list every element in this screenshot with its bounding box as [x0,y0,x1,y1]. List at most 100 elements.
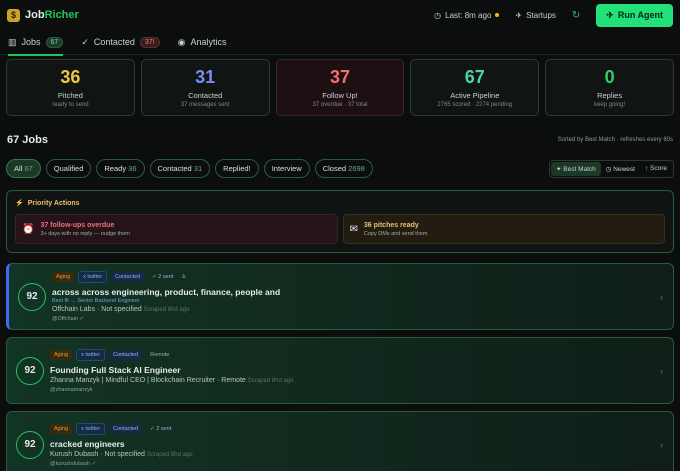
startups-link[interactable]: ✈ Startups [515,11,556,20]
chevron-right-icon[interactable]: › [660,440,663,450]
priority-pitches[interactable]: ✉ 36 pitches ready Copy DMs and send the… [342,214,665,244]
sort-newest[interactable]: ◷ Newest [601,162,640,176]
filter-chips: All 67 Qualified Ready 36 Contacted 31 R… [6,159,373,178]
brand[interactable]: $ JobRicher [7,8,79,22]
sort-label: Best Match [563,165,596,173]
filter-count: 67 [24,164,33,173]
refresh-icon[interactable]: ↻ [572,10,580,21]
run-agent-label: Run Agent [617,10,663,20]
scraped-time: Scraped 8hd ago [247,377,294,384]
filter-count: 31 [193,164,203,173]
job-title: cracked engineers [50,438,125,449]
tab-jobs-label: Jobs [21,37,41,47]
clock-icon: ◷ [605,165,612,173]
check-icon: ✓ [81,36,89,47]
filter-label: Ready [104,164,127,173]
match-score: 92 [18,282,46,311]
stats-row: 36 Pitched ready to send 31 Contacted 37… [0,55,680,120]
source-badge: x twitter [78,271,108,283]
sort-best-match[interactable]: ✦ Best Match [551,161,601,176]
stat-follow-up[interactable]: 37 Follow Up! 37 overdue · 37 total [275,59,405,116]
filter-label: Interview [271,164,302,173]
filter-label: All [14,164,23,173]
sort-score[interactable]: ↑ Score [640,162,672,176]
jobs-meta: Sorted by Best Match · refreshes every 6… [557,137,673,143]
arrow-up-icon: ↑ [644,164,649,172]
clock-icon: ◷ [434,10,442,20]
stat-active-pipeline[interactable]: 67 Active Pipeline 2765 scored · 2274 pe… [410,59,540,116]
filter-contacted[interactable]: Contacted 31 [149,159,211,178]
stat-label: Replies [597,91,623,100]
filter-qualified[interactable]: Qualified [45,159,92,178]
stat-number: 31 [195,67,216,87]
money-bag-icon: $ [7,8,20,22]
status-badge: Contacted [109,349,143,360]
status-badge: Contacted [111,272,145,282]
brand-name-accent: Richer [44,9,79,21]
envelope-icon: ✉ [349,223,358,235]
best-fit: Best fit → Senior Backend Engineer [52,298,140,304]
remote-badge: Remote [150,351,170,358]
stat-sub: 37 messages sent [180,102,230,108]
aging-badge: Aging [50,349,73,360]
stat-number: 67 [464,67,485,87]
job-list: 92 Aging x twitter Contacted ✓ 2 sent ♙ … [0,253,680,471]
job-title: across across engineering, product, fina… [52,287,281,297]
filter-ready[interactable]: Ready 36 [96,159,145,178]
chevron-right-icon[interactable]: › [660,292,663,302]
brand-name: Job [25,9,45,21]
stat-label: Follow Up! [322,91,358,100]
sort-toggle: ✦ Best Match ◷ Newest ↑ Score [549,159,674,178]
stat-number: 37 [329,67,350,87]
chevron-right-icon[interactable]: › [660,366,663,376]
poster-handle: @zhannamanzyk [50,386,93,393]
rocket-icon: ✈ [515,10,523,20]
source-badge: x twitter [76,422,106,435]
scraped-time: Scraped 8hd ago [146,451,193,458]
top-bar: $ JobRicher ◷ Last: 8m ago ✈ Startups ↻ … [0,0,680,30]
job-card[interactable]: 92 Aging x twitter Contacted ✓ 2 sent cr… [6,411,674,471]
tab-contacted-label: Contacted [93,37,135,47]
filter-label: Closed [322,164,347,173]
startups-label: Startups [526,10,556,20]
stat-replies[interactable]: 0 Replies keep going! [545,59,674,116]
tab-jobs[interactable]: ▥ Jobs 67 [8,30,64,56]
run-agent-button[interactable]: ✈ Run Agent [596,3,673,27]
stat-number: 36 [60,67,81,87]
tab-contacted-count: 37! [139,36,160,48]
stat-sub: 37 overdue · 37 total [312,102,368,108]
job-title: Founding Full Stack AI Engineer [50,364,181,375]
status-badge: Contacted [109,423,143,434]
aging-badge: Aging [52,272,75,282]
job-card[interactable]: 92 Aging x twitter Contacted ✓ 2 sent ♙ … [6,263,674,330]
source-badge: x twitter [76,348,106,361]
sparkle-icon: ✦ [556,165,562,173]
priority-title: Priority Actions [27,199,80,207]
tab-analytics[interactable]: ◉ Analytics [178,30,227,55]
stat-sub: keep going! [594,102,626,108]
filter-interview[interactable]: Interview [263,159,310,178]
company-line: Zhanna Manzyk | Mindful CEO | Blockchain… [50,376,246,384]
filter-all[interactable]: All 67 [6,159,41,178]
live-dot-icon [495,13,500,17]
job-card[interactable]: 92 Aging x twitter Contacted Remote Foun… [6,337,674,404]
stat-contacted[interactable]: 31 Contacted 37 messages sent [140,59,270,116]
stat-number: 0 [604,67,615,87]
tab-contacted[interactable]: ✓ Contacted 37! [81,30,160,55]
priority-item-sub: 3+ days with no reply — nudge them [40,230,130,237]
last-updated: ◷ Last: 8m ago [434,10,500,20]
filter-count: 36 [128,164,137,173]
rocket-icon: ✈ [606,9,614,20]
priority-actions: ⚡ Priority Actions ⏰ 37 follow-ups overdu… [6,190,674,253]
filter-label: Replied! [223,164,251,173]
stat-sub: 2765 scored · 2274 pending [437,102,513,108]
filter-replied[interactable]: Replied! [215,159,259,178]
stat-pitched[interactable]: 36 Pitched ready to send [6,59,135,116]
filter-closed[interactable]: Closed 2698 [314,159,373,178]
stat-label: Contacted [188,91,223,100]
poster-handle: @kurushdubash ✓ [50,460,97,467]
priority-followups[interactable]: ⏰ 37 follow-ups overdue 3+ days with no … [15,214,338,244]
company-line: Offchain Labs · Not specified [52,306,142,313]
company-line: Kurush Dubash · Not specified [50,450,145,458]
tab-analytics-label: Analytics [190,37,227,47]
